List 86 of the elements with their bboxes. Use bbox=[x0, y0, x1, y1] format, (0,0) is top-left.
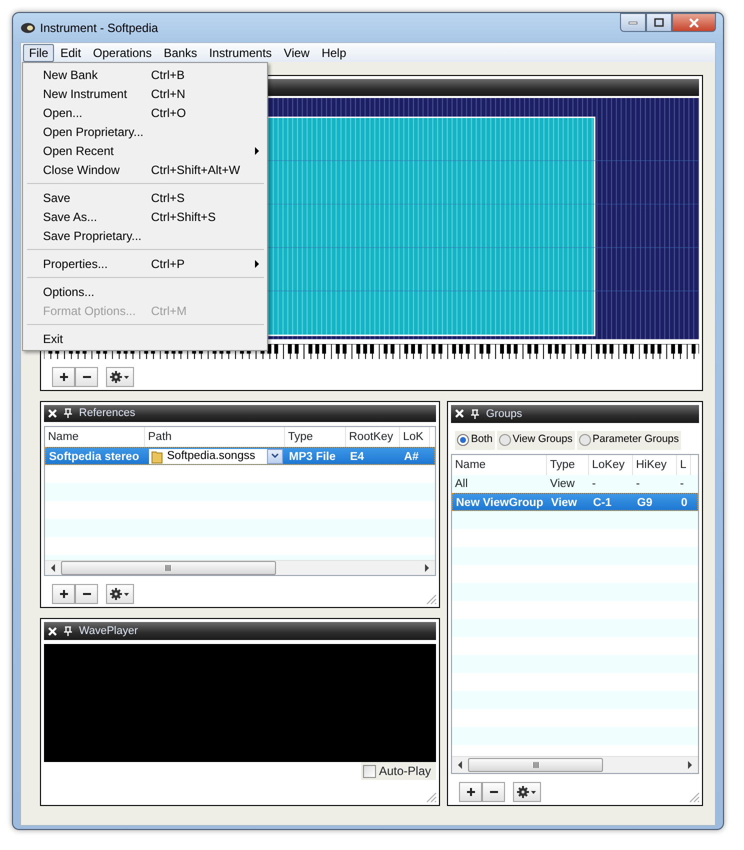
menu-entry[interactable]: Exit bbox=[25, 329, 265, 348]
table-cell-text: View bbox=[550, 496, 578, 510]
close-icon bbox=[455, 409, 464, 418]
gear-icon bbox=[110, 371, 130, 383]
menu-entry[interactable]: Open Proprietary... bbox=[25, 122, 265, 141]
close-icon bbox=[48, 408, 57, 418]
scroll-left-icon bbox=[51, 564, 55, 572]
menu-entry[interactable]: Save As... Ctrl+Shift+S bbox=[25, 207, 265, 226]
folder-icon bbox=[151, 448, 163, 464]
menu-item[interactable]: Edit bbox=[54, 44, 88, 62]
menu-entry[interactable]: Save Proprietary... bbox=[25, 226, 265, 245]
menu-item[interactable]: Instruments bbox=[203, 44, 278, 62]
menu-entry[interactable]: Properties... Ctrl+P bbox=[25, 254, 265, 273]
table-row[interactable]: New ViewGroup View C-1 G9 0 bbox=[452, 492, 698, 511]
panel-title: WavePlayer bbox=[79, 624, 138, 639]
pin-icon bbox=[64, 408, 72, 418]
radio-option[interactable]: Parameter Groups bbox=[576, 430, 681, 450]
menu-item[interactable]: Operations bbox=[87, 44, 158, 62]
settings-button[interactable] bbox=[106, 584, 134, 604]
menu-item[interactable]: Banks bbox=[158, 44, 204, 62]
grip-lines-icon bbox=[532, 762, 539, 768]
window-title: Instrument - Softpedia bbox=[40, 20, 158, 36]
table-cell-text: - bbox=[635, 476, 641, 492]
close-icon bbox=[688, 18, 700, 28]
remove-button[interactable] bbox=[75, 367, 98, 387]
table-cell-text: New ViewGroup bbox=[455, 496, 544, 510]
scroll-left-icon bbox=[458, 761, 462, 770]
radio-option[interactable]: Both bbox=[455, 430, 495, 450]
menu-item[interactable]: File bbox=[23, 44, 54, 62]
maximize-icon bbox=[654, 18, 664, 27]
add-button[interactable] bbox=[52, 367, 75, 387]
pin-icon bbox=[471, 408, 479, 419]
plus-icon bbox=[58, 372, 68, 382]
table-cell-text: Softpedia stereo bbox=[48, 450, 140, 464]
app-icon bbox=[20, 20, 36, 34]
table-row[interactable]: All View - - - bbox=[452, 474, 698, 493]
table-cell-text: All bbox=[454, 476, 469, 492]
panel-title: Groups bbox=[486, 406, 522, 422]
menu-item[interactable]: Help bbox=[316, 44, 352, 62]
table-cell-text: View bbox=[549, 476, 576, 492]
minimize-button[interactable] bbox=[620, 13, 646, 32]
grip-lines-icon bbox=[165, 565, 172, 571]
table-row[interactable]: Softpedia stereo Softpedia.songss MP3 File E4 A# bbox=[45, 446, 435, 464]
radio-option[interactable]: View Groups bbox=[496, 430, 575, 450]
pin-icon bbox=[64, 626, 72, 636]
resize-grip-icon bbox=[688, 791, 700, 803]
scroll-right-icon bbox=[688, 761, 692, 770]
table-cell-text: G9 bbox=[636, 496, 654, 510]
chevron-down-icon bbox=[271, 453, 279, 459]
panel-title: References bbox=[79, 406, 136, 421]
menu-entry[interactable]: New Instrument Ctrl+N bbox=[25, 84, 265, 103]
settings-button[interactable] bbox=[513, 782, 541, 802]
remove-button[interactable] bbox=[482, 782, 505, 802]
gear-icon bbox=[517, 786, 537, 798]
resize-grip-icon bbox=[425, 791, 437, 803]
plus-icon bbox=[466, 787, 476, 797]
add-button[interactable] bbox=[459, 782, 482, 802]
resize-grip-icon bbox=[425, 593, 437, 605]
table-cell-text: 0 bbox=[680, 496, 688, 510]
table-cell-text: A# bbox=[403, 450, 420, 464]
settings-button[interactable] bbox=[106, 367, 134, 387]
table-cell-text: C-1 bbox=[592, 496, 613, 510]
table-cell-text: E4 bbox=[349, 450, 366, 464]
menu-entry[interactable]: Open... Ctrl+O bbox=[25, 103, 265, 122]
plus-icon bbox=[58, 589, 68, 599]
menu-entry[interactable]: Options... bbox=[25, 282, 265, 301]
menu-entry[interactable]: Open Recent bbox=[25, 141, 265, 160]
maximize-button[interactable] bbox=[646, 13, 672, 32]
table-cell-text: - bbox=[591, 476, 597, 492]
menu-item[interactable]: View bbox=[278, 44, 316, 62]
horizontal-scrollbar[interactable] bbox=[45, 560, 435, 575]
scroll-right-icon bbox=[425, 564, 429, 572]
close-icon bbox=[48, 626, 57, 636]
auto-play-checkbox[interactable]: Auto-Play bbox=[360, 762, 436, 780]
menu-entry[interactable]: New Bank Ctrl+B bbox=[25, 65, 265, 84]
remove-button[interactable] bbox=[75, 584, 98, 604]
gear-icon bbox=[110, 588, 130, 600]
table-cell-text: - bbox=[679, 476, 685, 492]
menu-entry[interactable]: Save Ctrl+S bbox=[25, 188, 265, 207]
add-button[interactable] bbox=[52, 584, 75, 604]
horizontal-scrollbar[interactable] bbox=[452, 756, 698, 773]
close-button[interactable] bbox=[672, 13, 716, 32]
path-dropdown[interactable]: Softpedia.songss bbox=[149, 448, 283, 464]
menu-entry[interactable]: Close Window Ctrl+Shift+Alt+W bbox=[25, 160, 265, 179]
table-cell-text: MP3 File bbox=[288, 450, 337, 464]
minimize-icon bbox=[628, 20, 638, 24]
